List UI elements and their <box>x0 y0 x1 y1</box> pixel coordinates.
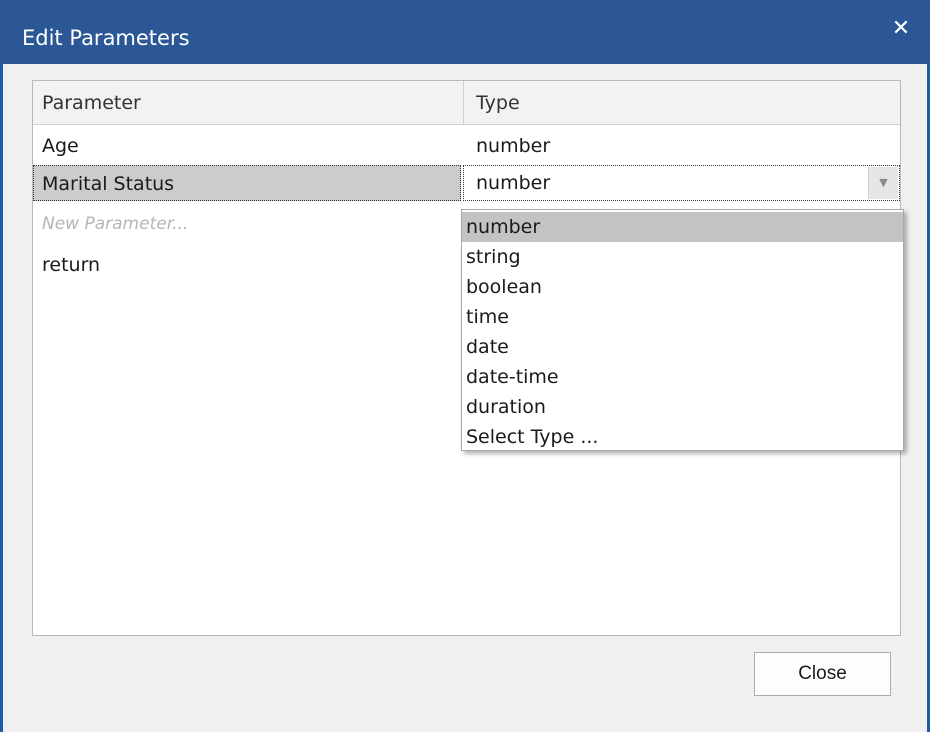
type-combobox[interactable]: ▼ <box>463 165 900 201</box>
close-icon[interactable]: ✕ <box>886 14 916 44</box>
grid-header: Parameter Type <box>33 81 900 125</box>
type-option-select-type[interactable]: Select Type ... <box>462 422 903 452</box>
title-bar: Edit Parameters ✕ <box>0 0 930 64</box>
parameter-name-text: Marital Status <box>42 173 175 195</box>
type-option-duration[interactable]: duration <box>462 392 903 422</box>
type-option-date-time[interactable]: date-time <box>462 362 903 392</box>
window-title: Edit Parameters <box>22 26 190 50</box>
type-option-string[interactable]: string <box>462 242 903 272</box>
return-parameter-cell[interactable]: return <box>42 247 100 283</box>
dialog-client-area: Parameter Type Age number Marital Status… <box>3 64 927 732</box>
table-row-selected[interactable]: Marital Status ▼ <box>33 165 900 201</box>
type-option-time[interactable]: time <box>462 302 903 332</box>
parameter-name-cell[interactable]: Age <box>42 128 79 164</box>
type-option-date[interactable]: date <box>462 332 903 362</box>
table-row[interactable]: Age number <box>33 128 900 164</box>
parameter-name-cell-selected[interactable]: Marital Status <box>33 165 461 201</box>
chevron-down-icon[interactable]: ▼ <box>868 167 898 199</box>
column-header-type[interactable]: Type <box>476 81 520 125</box>
type-combobox-input[interactable] <box>476 166 856 200</box>
type-dropdown-list: number string boolean time date date-tim… <box>461 209 904 451</box>
column-divider[interactable] <box>463 81 464 125</box>
close-button[interactable]: Close <box>754 652 891 696</box>
new-parameter-placeholder[interactable]: New Parameter... <box>42 206 188 242</box>
type-option-boolean[interactable]: boolean <box>462 272 903 302</box>
column-header-parameter[interactable]: Parameter <box>42 81 141 125</box>
type-option-number[interactable]: number <box>462 212 903 242</box>
parameter-type-cell[interactable]: number <box>476 128 550 164</box>
